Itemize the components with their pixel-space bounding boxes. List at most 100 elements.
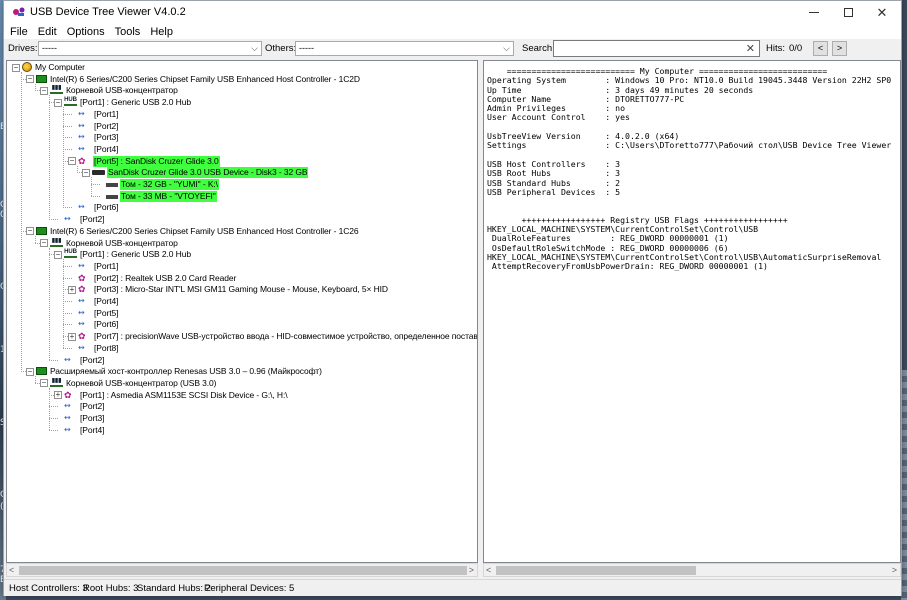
title-bar[interactable]: USB Device Tree Viewer V4.0.2 ✕ <box>4 1 901 24</box>
drives-label: Drives: <box>8 43 38 54</box>
close-icon: ✕ <box>876 4 888 20</box>
expand-toggle-icon[interactable]: + <box>68 285 76 294</box>
tree-node[interactable]: ✿ [Port1] : Asmedia ASM1153E SCSI Disk De… <box>64 390 289 401</box>
tree-node-label: [Port7] : precisionWave USB-устройство в… <box>94 331 478 342</box>
collapse-toggle-icon[interactable]: − <box>68 157 76 166</box>
minimize-button[interactable] <box>797 1 831 24</box>
collapse-toggle-icon[interactable]: − <box>26 367 34 376</box>
tree-node[interactable]: SanDisk Cruzer Glide 3.0 USB Device - Di… <box>92 167 309 179</box>
tree-node[interactable]: ✿ [Port3] : Micro-Star INT'L MSI GM11 Gam… <box>78 284 389 295</box>
tree-node-label: [Port2] <box>80 354 105 365</box>
tree-node[interactable]: My Computer <box>22 62 86 73</box>
others-combo[interactable]: ----- ⌵ <box>295 41 514 56</box>
port-icon: ↭ <box>64 354 71 364</box>
port-icon: ↭ <box>64 401 71 411</box>
prev-hit-button[interactable]: < <box>813 41 828 56</box>
collapse-toggle-icon[interactable]: − <box>40 379 48 388</box>
tree-connector <box>63 301 72 302</box>
tree-node[interactable]: ▮▮▮ Корневой USB-концентратор (USB 3.0) <box>50 378 217 389</box>
device-tree-pane[interactable]: − My Computer − Intel(R) 6 Series/C200 Seri… <box>6 60 478 563</box>
tree-connector <box>49 219 58 221</box>
tree-node-label: [Port5] : SanDisk Cruzer Glide 3.0 <box>93 155 220 167</box>
collapse-toggle-icon[interactable]: − <box>40 239 48 247</box>
tree-node[interactable]: ▮▮▮ Корневой USB-концентратор <box>50 238 179 249</box>
tree-node-label: Том - 33 MB - "VTOYEFI" <box>120 190 217 202</box>
tree-node[interactable]: Intel(R) 6 Series/C200 Series Chipset Fa… <box>36 226 360 237</box>
menu-options[interactable]: Options <box>62 26 110 38</box>
expand-toggle-icon[interactable]: + <box>54 391 62 400</box>
tree-node[interactable]: ↭ [Port6] <box>78 202 119 213</box>
next-hit-button[interactable]: > <box>832 41 847 56</box>
tree-node[interactable]: ↭ [Port6] <box>78 319 119 330</box>
collapse-toggle-icon[interactable]: − <box>82 168 90 177</box>
tree-node[interactable]: ↭ [Port1] <box>78 261 119 272</box>
tree-node[interactable]: ✿ [Port2] : Realtek USB 2.0 Card Reader <box>78 273 237 284</box>
tree-node[interactable]: ↭ [Port3] <box>78 132 119 143</box>
tree-node[interactable]: ↭ [Port3] <box>64 413 105 424</box>
tree-connector <box>49 418 58 419</box>
menu-help[interactable]: Help <box>145 26 178 38</box>
others-label: Others: <box>265 43 297 54</box>
tree-node-label: [Port2] <box>80 401 105 412</box>
collapse-toggle-icon[interactable]: − <box>26 75 34 84</box>
tree-node[interactable]: Расширяемый хост-контроллер Renesas USB … <box>36 366 323 377</box>
collapse-toggle-icon[interactable]: − <box>40 86 48 95</box>
scrollbar-thumb[interactable] <box>496 566 696 575</box>
computer-icon <box>22 62 32 72</box>
tree-node[interactable]: ✿ [Port7] : precisionWave USB-устройство … <box>78 331 478 342</box>
expand-toggle-icon[interactable]: + <box>68 332 76 341</box>
scroll-left-icon[interactable]: < <box>486 564 491 577</box>
scroll-right-icon[interactable]: > <box>892 564 897 577</box>
volume-icon <box>106 194 118 199</box>
clear-search-icon[interactable]: ✕ <box>746 42 755 55</box>
scroll-left-icon[interactable]: < <box>9 564 14 577</box>
tree-node[interactable]: Том - 33 MB - "VTOYEFI" <box>106 190 217 202</box>
collapse-toggle-icon[interactable]: − <box>54 98 62 107</box>
tree-node-label: [Port3] <box>80 413 105 423</box>
disk-icon <box>92 170 105 176</box>
menu-edit[interactable]: Edit <box>33 26 62 38</box>
tree-node[interactable]: ↭ [Port4] <box>78 144 119 155</box>
tree-node-label: [Port4] <box>80 424 105 435</box>
collapse-toggle-icon[interactable]: − <box>12 63 20 72</box>
search-label: Search: <box>522 43 555 54</box>
tree-horizontal-scrollbar[interactable]: < > <box>6 563 478 577</box>
info-text: ========================== My Computer =… <box>487 66 892 272</box>
tree-node[interactable]: ↭ [Port1] <box>78 109 119 120</box>
tree-node[interactable]: Intel(R) 6 Series/C200 Series Chipset Fa… <box>36 74 361 85</box>
tree-connector <box>49 95 50 220</box>
tree-node[interactable]: ↭ [Port2] <box>78 121 119 132</box>
tree-node[interactable]: ↭ [Port2] <box>64 355 105 366</box>
info-text-pane[interactable]: ========================== My Computer =… <box>483 60 901 563</box>
port-icon: ↭ <box>78 296 85 305</box>
tree-node-label: Intel(R) 6 Series/C200 Series Chipset Fa… <box>50 225 359 236</box>
collapse-toggle-icon[interactable]: − <box>54 250 62 259</box>
close-button[interactable]: ✕ <box>865 1 899 24</box>
tree-node[interactable]: ↭ [Port8] <box>78 343 119 354</box>
scroll-right-icon[interactable]: > <box>469 564 474 577</box>
collapse-toggle-icon[interactable]: − <box>26 227 34 236</box>
search-input[interactable]: ✕ <box>553 40 760 57</box>
minimize-icon <box>809 12 819 13</box>
maximize-button[interactable] <box>831 1 865 24</box>
scrollbar-thumb[interactable] <box>19 566 467 575</box>
menu-tools[interactable]: Tools <box>110 26 146 38</box>
tree-connector <box>63 265 72 267</box>
menu-file[interactable]: File <box>4 26 33 38</box>
tree-node[interactable]: HUB [Port1] : Generic USB 2.0 Hub <box>64 249 192 260</box>
tree-node[interactable]: ↭ [Port4] <box>64 425 105 436</box>
tree-connector <box>49 429 58 431</box>
tree-node[interactable]: ↭ [Port2] <box>64 401 105 412</box>
tree-node[interactable]: ✿ [Port5] : SanDisk Cruzer Glide 3.0 <box>78 155 220 167</box>
port-icon: ↭ <box>78 202 85 212</box>
port-icon: ↭ <box>78 132 85 142</box>
tree-node[interactable]: HUB [Port1] : Generic USB 2.0 Hub <box>64 97 192 108</box>
info-horizontal-scrollbar[interactable]: < > <box>483 563 901 577</box>
drives-combo[interactable]: ----- ⌵ <box>38 41 262 56</box>
tree-node[interactable]: ↭ [Port4] <box>78 296 119 307</box>
tree-node-label: [Port1] : Asmedia ASM1153E SCSI Disk Dev… <box>80 389 288 400</box>
tree-node[interactable]: ↭ [Port5] <box>78 308 119 319</box>
tree-node[interactable]: Том - 32 GB - "YUMI" - K:\ <box>106 179 219 190</box>
tree-node[interactable]: ↭ [Port2] <box>64 214 105 225</box>
tree-node[interactable]: ▮▮▮ Корневой USB-концентратор <box>50 85 179 96</box>
